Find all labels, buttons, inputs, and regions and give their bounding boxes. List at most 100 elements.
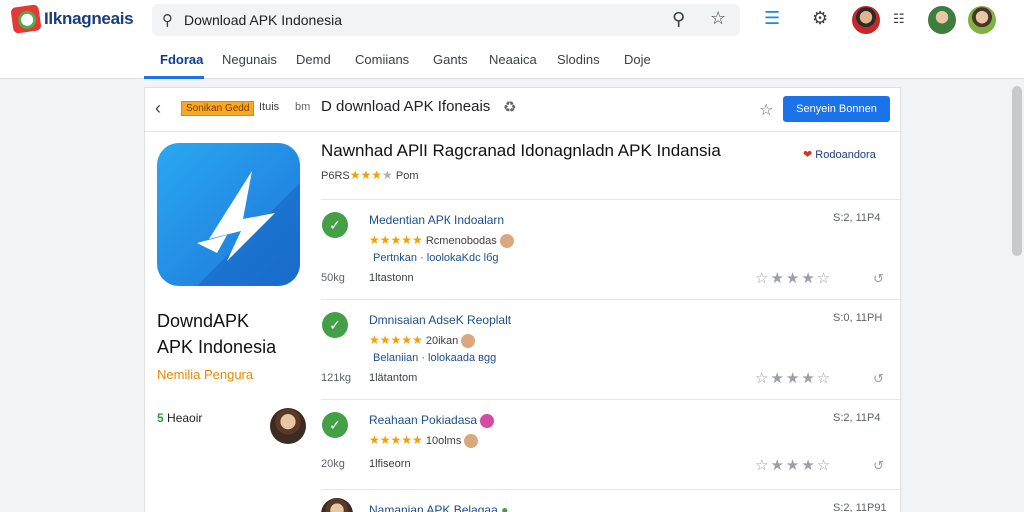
app-headline: Nawnhad APlI Ragcranad Idonagnladn APK I…: [321, 141, 721, 160]
review-stars-label: Rcmenobodas: [425, 235, 497, 247]
review-count-label: 1ltastonn: [369, 272, 414, 284]
tab-5[interactable]: Gants: [433, 52, 468, 67]
apps-list-icon[interactable]: ☰: [764, 8, 780, 29]
user-avatar[interactable]: [850, 4, 882, 36]
rating-prefix: P6RS: [321, 170, 350, 182]
review-time: S:0, 11PH: [833, 312, 883, 324]
review-rating: ★★★★★ 10olms: [369, 433, 479, 449]
tab-2[interactable]: Negunais: [222, 52, 277, 67]
review-stars: ★★★★★: [369, 333, 423, 347]
review-count-label: 1lfiseorn: [369, 458, 411, 470]
review-time: S:2, 11P4: [833, 412, 881, 424]
app-detail-card: ‹ Sonikan Gedd Ituis bm D download APK I…: [144, 87, 902, 512]
review-count: 121kg: [321, 372, 351, 384]
brand-logo[interactable]: Ilknagneais: [10, 4, 134, 34]
tab-4[interactable]: Comiians: [355, 52, 409, 67]
back-arrow-icon[interactable]: ‹: [155, 98, 161, 119]
review-stars: ★★★★★: [369, 433, 423, 447]
rate-stars-input[interactable]: ☆★★★☆: [755, 269, 832, 287]
top-bar: Ilknagneais ⚲ ⚲ ☆ ☰ ⚙ ☷: [0, 0, 1024, 40]
search-input[interactable]: [184, 4, 664, 36]
app-name: DowndAPK APK Indonesia: [157, 308, 276, 360]
settings-icon[interactable]: ⚙: [812, 8, 828, 29]
reviewer-photo: [321, 498, 353, 512]
app-name-line1: DowndAPK: [157, 311, 250, 331]
app-name-line2: APK Indonesia: [157, 337, 277, 357]
brand-logo-icon: [10, 4, 42, 34]
user-face-icon: [464, 434, 479, 449]
brand-name: Ilknagneais: [44, 9, 134, 28]
app-icon: [157, 143, 300, 286]
review-item[interactable]: ✓ Dmnisaian AdseK Reoplalt ★★★★★ 20ikan …: [321, 299, 902, 399]
tab-8[interactable]: Doje: [624, 52, 651, 67]
review-title[interactable]: Reahaan Pokiadasa: [369, 413, 495, 428]
review-meta: Pertnkan · loolokaKdc lбg: [373, 252, 499, 264]
review-title-text: Reahaan Pokiadasa: [369, 413, 478, 427]
profile-avatar[interactable]: [966, 4, 998, 36]
review-meta: Belaniian · lolokaada вgg: [373, 352, 497, 364]
check-shield-icon: ✓: [322, 212, 348, 238]
account-avatar[interactable]: [926, 4, 958, 36]
review-rating: ★★★★★ 20ikan: [369, 333, 476, 349]
brand-badge-label: Rodoandora: [815, 149, 876, 161]
review-item[interactable]: ✓ Medentian APК Indoalarn ★★★★★ Rcmenobo…: [321, 199, 902, 299]
nav-tabs: Fdoraa Negunais Demd Comiians Gants Neaa…: [0, 40, 1024, 79]
search-bar: ⚲ ⚲ ☆: [152, 4, 740, 36]
tab-6[interactable]: Neaaica: [489, 52, 537, 67]
rating-suffix: Pom: [395, 170, 419, 182]
user-face-icon: [499, 234, 514, 249]
review-item[interactable]: Namanian APK Belagaa ● S:2, 11P91: [321, 489, 902, 512]
search-icon: ⚲: [162, 12, 173, 29]
rating-empty-star: ★: [382, 168, 393, 182]
breadcrumb-separator: bm: [295, 101, 311, 113]
review-rating: ★★★★★ Rcmenobodas: [369, 233, 514, 249]
leaf-icon: ●: [501, 503, 509, 512]
search-submit-icon[interactable]: ⚲: [672, 9, 685, 30]
scrollbar[interactable]: [1012, 86, 1022, 256]
reviewer-avatar[interactable]: [270, 408, 306, 444]
share-icon[interactable]: ♻: [503, 98, 516, 116]
review-title[interactable]: Medentian APК Indoalarn: [369, 213, 504, 227]
reply-icon[interactable]: ↺: [873, 458, 884, 474]
breadcrumb-badge[interactable]: Sonikan Gedd: [181, 101, 255, 116]
breadcrumb-item[interactable]: Ituis: [259, 101, 279, 113]
review-stars-label: 20ikan: [425, 335, 459, 347]
sidebar-count: 5: [157, 411, 164, 425]
divider: [145, 131, 902, 132]
user-face-icon: [480, 413, 495, 428]
tab-home[interactable]: Fdoraa: [160, 52, 203, 67]
review-count: 50kg: [321, 272, 345, 284]
active-tab-indicator: [144, 76, 204, 79]
page-title: D download APK Ifoneais: [321, 98, 491, 115]
heart-icon: ❤: [803, 149, 813, 161]
sidebar-label-text: Heaoir: [167, 411, 203, 425]
review-time: S:2, 11P4: [833, 212, 881, 224]
tab-3[interactable]: Demd: [296, 52, 331, 67]
review-count: 20kg: [321, 458, 345, 470]
rate-stars-input[interactable]: ☆★★★☆: [755, 456, 832, 474]
review-stars-label: 10olms: [425, 435, 462, 447]
bookmark-star-icon[interactable]: ☆: [710, 8, 726, 29]
grid-menu-icon[interactable]: ☷: [893, 11, 905, 27]
review-item[interactable]: ✓ Reahaan Pokiadasa ★★★★★ 10olms 20kg 1l…: [321, 399, 902, 489]
rating-stars: ★★★: [349, 168, 383, 182]
reply-icon[interactable]: ↺: [873, 371, 884, 387]
rate-stars-input[interactable]: ☆★★★☆: [755, 369, 832, 387]
primary-action-button[interactable]: Senyein Bonnen: [783, 96, 890, 122]
favorite-star-icon[interactable]: ☆: [759, 100, 773, 120]
check-shield-icon: ✓: [322, 412, 348, 438]
sidebar-label: 5 Heaoir: [157, 411, 202, 425]
rating-summary: P6RS★★★★ Pom: [321, 168, 418, 182]
review-title-text: Namanian APK Belagaa: [369, 503, 498, 512]
review-title[interactable]: Namanian APK Belagaa ●: [369, 503, 508, 512]
tab-7[interactable]: Slodins: [557, 52, 600, 67]
check-shield-icon: ✓: [322, 312, 348, 338]
user-face-icon: [461, 334, 476, 349]
review-stars: ★★★★★: [369, 233, 423, 247]
brand-badge[interactable]: ❤ Rodoandora: [803, 148, 876, 161]
review-count-label: 1lätantom: [369, 372, 418, 384]
review-time: S:2, 11P91: [833, 502, 887, 512]
reply-icon[interactable]: ↺: [873, 271, 884, 287]
review-title[interactable]: Dmnisaian AdseK Reoplalt: [369, 313, 511, 327]
app-developer[interactable]: Nemilia Pengura: [157, 367, 253, 382]
